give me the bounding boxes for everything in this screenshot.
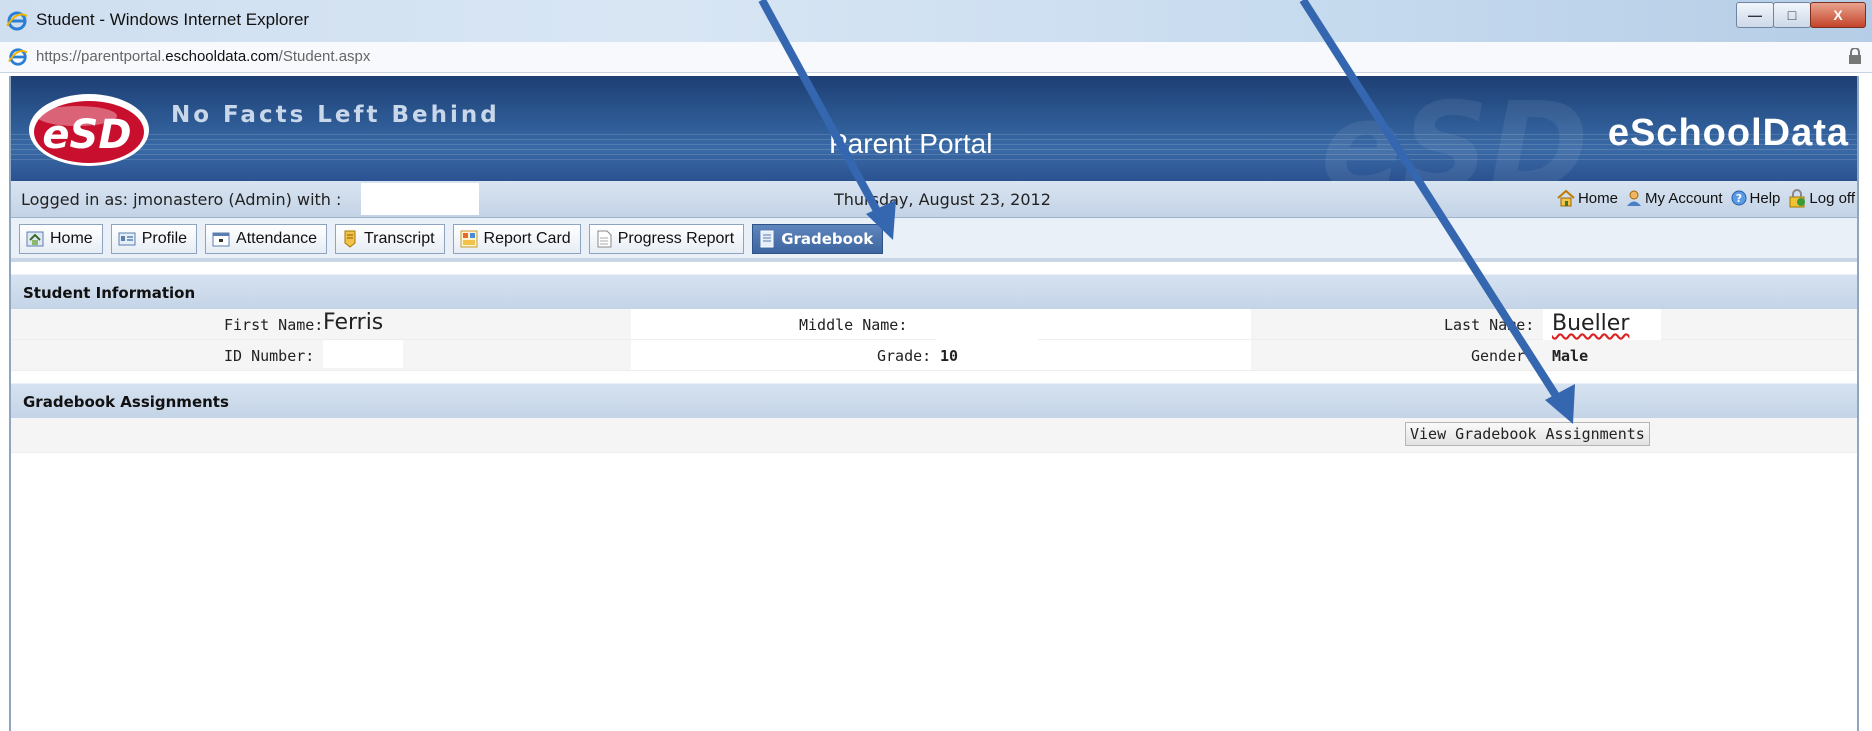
tab-list: Home Profile Attendance Transcript Repor… [19,224,891,254]
secure-lock-icon[interactable] [1848,48,1862,64]
status-bar: Logged in as: jmonastero (Admin) with : … [11,181,1857,218]
profile-card-icon [118,232,136,246]
tab-progress-report[interactable]: Progress Report [588,224,745,254]
student-info-row-1: First Name: Ferris Middle Name: Last Nam… [11,309,1857,343]
tab-bar: Home Profile Attendance Transcript Repor… [11,218,1857,262]
person-icon [1626,190,1641,206]
esd-logo[interactable]: eSD [27,86,157,170]
first-name-value: Ferris [323,310,384,335]
portal-title: Parent Portal [829,128,993,159]
svg-text:?: ? [1735,192,1741,205]
url-text[interactable]: https://parentportal.eschooldata.com/Stu… [36,48,370,65]
student-information-title: Student Information [23,284,196,302]
help-label: Help [1749,189,1781,207]
student-info-row-2: ID Number: Grade: 10 Gender: Male [11,340,1857,371]
my-account-link[interactable]: My Account [1625,189,1723,207]
report-card-icon [460,230,478,248]
tab-profile[interactable]: Profile [110,224,198,254]
grade-label: Grade: [877,347,932,365]
top-links: Home My Account ? Help Log off [1549,188,1855,208]
svg-text:eSD: eSD [42,112,131,158]
address-bar[interactable]: https://parentportal.eschooldata.com/Stu… [0,42,1872,73]
redaction-box [361,183,479,215]
home-link[interactable]: Home [1556,189,1618,207]
log-off-link[interactable]: Log off [1787,188,1855,208]
home-icon [26,231,44,247]
student-information-header: Student Information [11,274,1857,309]
tab-attendance[interactable]: Attendance [205,224,327,254]
tab-attendance-label: Attendance [236,230,317,247]
gender-value: Male [1552,347,1589,365]
log-off-label: Log off [1809,189,1855,207]
close-button[interactable]: X [1810,2,1866,28]
window-title: Student - Windows Internet Explorer [36,10,310,29]
window-titlebar: Student - Windows Internet Explorer — □ … [0,0,1872,43]
redaction-box [936,311,1038,341]
gradebook-assignments-title: Gradebook Assignments [23,393,229,411]
tab-transcript[interactable]: Transcript [335,224,445,254]
minimize-button[interactable]: — [1736,2,1774,28]
home-link-label: Home [1577,189,1618,207]
tab-transcript-label: Transcript [364,230,435,247]
middle-name-label: Middle Name: [799,316,908,334]
tab-progress-report-label: Progress Report [617,230,735,247]
tab-gradebook-label: Gradebook [781,230,874,248]
tab-home-label: Home [50,230,93,247]
house-icon [1557,189,1575,207]
lock-icon [1789,189,1806,208]
calendar-icon [212,232,230,247]
gradebook-row: View Gradebook Assignments [11,418,1857,453]
logged-in-text: Logged in as: jmonastero (Admin) with : [21,190,342,209]
maximize-button[interactable]: □ [1773,2,1811,28]
help-icon: ? [1731,190,1747,206]
tab-gradebook[interactable]: Gradebook [752,224,884,254]
site-banner: eSD eSD No Facts Left Behind Parent Port… [11,76,1857,181]
gender-label: Gender: [1471,347,1535,365]
internet-explorer-icon [6,11,28,31]
grade-value: 10 [940,347,959,365]
view-gradebook-assignments-button[interactable]: View Gradebook Assignments [1405,422,1650,446]
tab-home[interactable]: Home [19,224,103,254]
last-name-label: Last Name: [1444,316,1535,334]
document-icon [597,230,612,248]
brand-name: eSchoolData [1607,112,1849,154]
banner-watermark: eSD [1321,78,1589,181]
banner-slogan: No Facts Left Behind [171,102,500,128]
tab-report-card-label: Report Card [483,230,571,247]
my-account-label: My Account [1644,189,1723,207]
last-name-value: Bueller [1552,311,1630,336]
gradebook-icon [760,230,774,248]
redaction-box [323,340,403,368]
window-controls: — □ X [1736,2,1866,28]
transcript-icon [344,230,356,248]
tab-report-card[interactable]: Report Card [452,224,581,254]
help-link[interactable]: ? Help [1730,189,1781,207]
tab-profile-label: Profile [141,230,188,247]
first-name-label: First Name: [224,316,324,334]
current-date: Thursday, August 23, 2012 [834,190,1051,209]
gradebook-assignments-header: Gradebook Assignments [11,383,1857,418]
id-number-label: ID Number: [224,347,315,365]
page-favicon-icon [8,48,28,66]
page-content: eSD eSD No Facts Left Behind Parent Port… [9,76,1859,731]
